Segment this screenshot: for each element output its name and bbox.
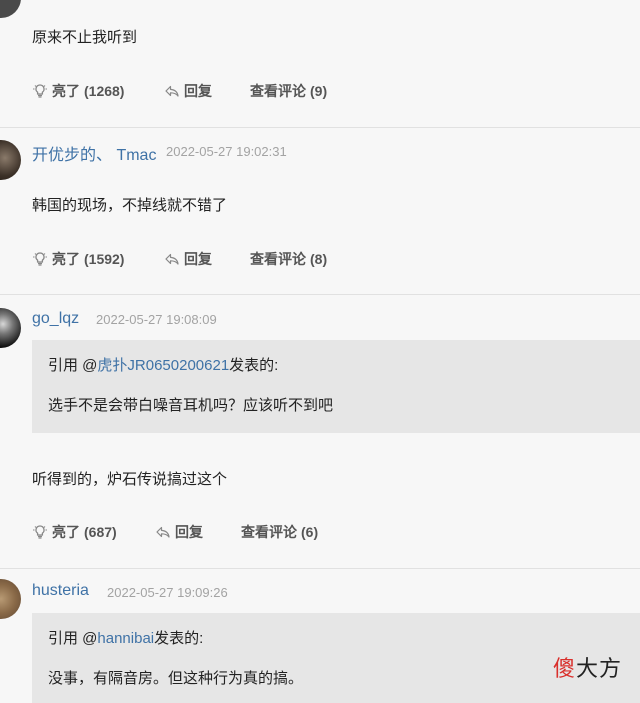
view-comments-label: 查看评论	[241, 524, 297, 540]
quote-block: 引用 @虎扑JR0650200621发表的: 选手不是会带白噪音耳机吗？应该听不…	[32, 340, 640, 433]
timestamp: 2022-05-27 19:09:26	[107, 585, 228, 600]
reply-button[interactable]: 回复	[164, 249, 212, 269]
like-button[interactable]: 亮了 (1268)	[32, 81, 124, 101]
reply-button[interactable]: 回复	[155, 522, 203, 542]
reply-button[interactable]: 回复	[164, 81, 212, 101]
watermark-logo: 傻大方	[553, 651, 622, 683]
quote-suffix: 发表的:	[229, 357, 279, 374]
comment-text: 原来不止我听到	[32, 29, 138, 46]
reply-arrow-icon	[165, 85, 179, 97]
like-count: (1268)	[84, 83, 125, 99]
view-comments-label: 查看评论	[250, 251, 306, 267]
lightbulb-icon	[33, 525, 47, 539]
comment-text: 韩国的现场，不掉线就不错了	[32, 197, 228, 214]
divider	[0, 294, 640, 295]
timestamp: 2022-05-27 19:02:31	[166, 144, 287, 159]
lightbulb-icon	[33, 252, 47, 266]
view-comments-count: (6)	[301, 524, 319, 540]
comment-text: 听得到的，炉石传说搞过这个	[32, 471, 228, 488]
reply-arrow-icon	[165, 253, 179, 265]
like-button[interactable]: 亮了 (1592)	[32, 249, 124, 269]
watermark-part1: 傻	[552, 656, 576, 681]
lightbulb-icon	[33, 84, 47, 98]
username[interactable]: husteria	[32, 582, 89, 600]
like-count: (687)	[84, 524, 117, 540]
quote-prefix: 引用 @	[48, 630, 98, 647]
divider	[0, 127, 640, 128]
reply-arrow-icon	[156, 526, 170, 538]
quote-header: 引用 @虎扑JR0650200621发表的:	[48, 354, 278, 375]
reply-label: 回复	[184, 83, 212, 99]
avatar[interactable]	[0, 140, 21, 180]
quote-prefix: 引用 @	[48, 357, 98, 374]
like-label: 亮了	[52, 83, 80, 99]
username[interactable]: 开优步的、 Tmac	[32, 141, 156, 165]
watermark-part2: 大方	[575, 656, 622, 681]
reply-label: 回复	[184, 251, 212, 267]
avatar[interactable]	[0, 308, 21, 348]
avatar[interactable]	[0, 0, 21, 18]
like-label: 亮了	[52, 251, 80, 267]
timestamp: 2022-05-27 19:08:09	[96, 312, 217, 327]
quote-username[interactable]: 虎扑JR0650200621	[97, 357, 229, 374]
like-button[interactable]: 亮了 (687)	[32, 522, 117, 542]
username[interactable]: go_lqz	[32, 310, 79, 328]
view-comments-label: 查看评论	[250, 83, 306, 99]
quote-text: 没事，有隔音房。但这种行为真的搞。	[48, 670, 304, 687]
view-comments-count: (8)	[310, 251, 328, 267]
avatar[interactable]	[0, 579, 21, 619]
quote-suffix: 发表的:	[154, 630, 204, 647]
view-comments-link[interactable]: 查看评论 (8)	[250, 249, 327, 269]
like-label: 亮了	[52, 524, 80, 540]
divider	[0, 568, 640, 569]
quote-username[interactable]: hannibai	[97, 630, 154, 647]
quote-header: 引用 @hannibai发表的:	[48, 627, 203, 648]
view-comments-link[interactable]: 查看评论 (9)	[250, 81, 327, 101]
quote-text: 选手不是会带白噪音耳机吗？应该听不到吧	[48, 397, 334, 414]
quote-block: 引用 @hannibai发表的: 没事，有隔音房。但这种行为真的搞。	[32, 613, 640, 703]
reply-label: 回复	[175, 524, 203, 540]
view-comments-link[interactable]: 查看评论 (6)	[241, 522, 318, 542]
view-comments-count: (9)	[310, 83, 328, 99]
like-count: (1592)	[84, 251, 125, 267]
